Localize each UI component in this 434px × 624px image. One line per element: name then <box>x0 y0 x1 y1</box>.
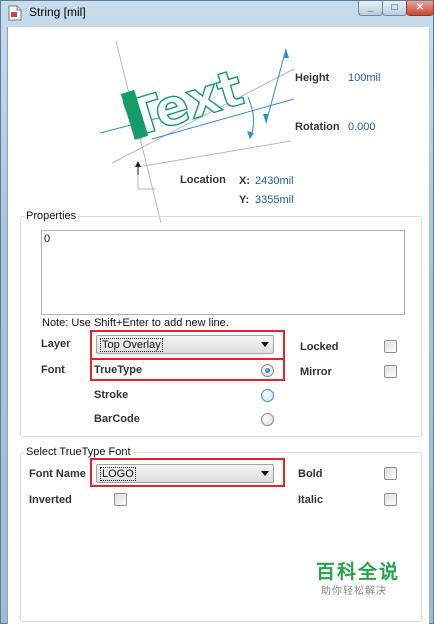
bold-label: Bold <box>298 468 323 480</box>
font-option-barcode-radio[interactable] <box>261 413 274 426</box>
locked-checkbox[interactable] <box>384 340 397 353</box>
dialog-window: String [mil] _ □ ✕ Text Height 100mil Ro… <box>0 0 434 624</box>
watermark-subtitle: 助你轻松解决 <box>321 586 387 597</box>
new-line-note: Note: Use Shift+Enter to add new line. <box>42 317 229 329</box>
location-y-value[interactable]: 3355mil <box>255 194 294 206</box>
font-option-barcode-label: BarCode <box>94 413 140 425</box>
font-name-label: Font Name <box>29 468 86 480</box>
string-text-area[interactable]: 0 <box>41 230 405 315</box>
watermark-title: 百科全说 <box>316 562 401 583</box>
bold-checkbox[interactable] <box>384 467 397 480</box>
height-label: Height <box>295 72 330 84</box>
font-name-highlight-box <box>90 458 285 487</box>
layer-label: Layer <box>41 338 71 350</box>
location-y-label: Y: <box>239 194 250 206</box>
dialog-client-area: Text Height 100mil Rotation 0.000 Locati… <box>7 27 429 624</box>
location-label: Location <box>180 174 226 186</box>
close-button[interactable]: ✕ <box>406 1 434 16</box>
font-highlight-box <box>90 357 285 381</box>
font-option-stroke-label: Stroke <box>94 389 129 401</box>
truetype-group-title: Select TrueType Font <box>24 446 133 458</box>
inverted-label: Inverted <box>29 494 72 506</box>
font-option-stroke-radio[interactable] <box>261 389 274 402</box>
mirror-label: Mirror <box>300 366 332 378</box>
close-icon: ✕ <box>415 2 425 13</box>
document-icon <box>8 5 22 21</box>
height-value[interactable]: 100mil <box>348 72 380 84</box>
locked-label: Locked <box>300 341 339 353</box>
string-text-value: 0 <box>44 233 51 245</box>
rotation-label: Rotation <box>295 121 340 133</box>
title-bar[interactable]: String [mil] _ □ ✕ <box>1 1 434 25</box>
italic-checkbox[interactable] <box>384 493 397 506</box>
location-x-value[interactable]: 2430mil <box>255 175 294 187</box>
maximize-icon: □ <box>391 2 398 13</box>
layer-highlight-box <box>90 330 285 360</box>
maximize-button[interactable]: □ <box>382 1 407 16</box>
properties-group-title: Properties <box>24 210 79 222</box>
window-title: String [mil] <box>29 5 86 19</box>
rotation-value[interactable]: 0.000 <box>348 121 376 133</box>
mirror-checkbox[interactable] <box>384 365 397 378</box>
location-x-label: X: <box>239 175 250 187</box>
font-label: Font <box>41 364 65 376</box>
minimize-icon: _ <box>367 2 374 13</box>
italic-label: Italic <box>298 494 324 506</box>
inverted-checkbox[interactable] <box>114 493 127 506</box>
minimize-button[interactable]: _ <box>358 1 383 16</box>
